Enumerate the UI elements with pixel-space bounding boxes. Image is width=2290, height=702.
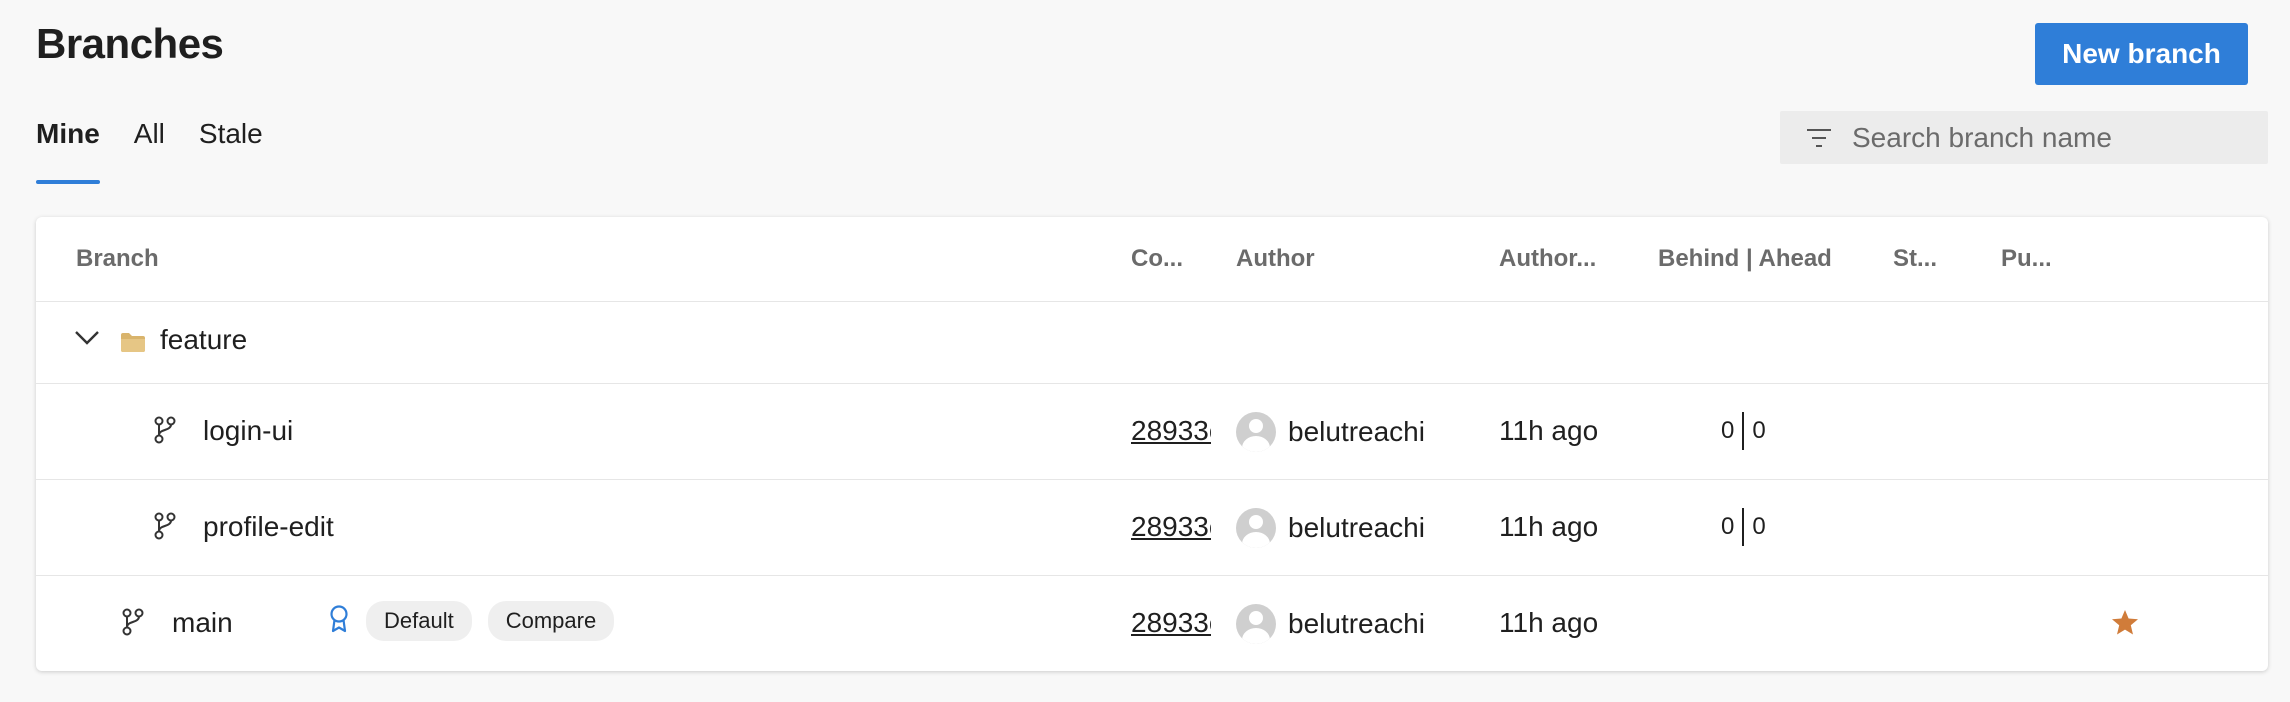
commit-link[interactable]: 28933c <box>1131 511 1211 543</box>
ahead-count: 0 <box>1752 417 1766 444</box>
commit-cell: 28933c <box>1131 415 1211 447</box>
behind-ahead: 0 0 <box>1721 508 1766 546</box>
branches-table: Branch Co... Author Author... Behind | A… <box>36 217 2268 671</box>
author-cell: belutreachi <box>1236 508 1425 548</box>
author-name: belutreachi <box>1288 512 1425 543</box>
table-row[interactable]: profile-edit 28933c belutreachi 11h ago … <box>36 480 2268 576</box>
commit-link[interactable]: 28933c <box>1131 607 1211 639</box>
page-title: Branches <box>36 20 224 67</box>
branch-icon <box>122 608 144 636</box>
column-header-author[interactable]: Author <box>1236 245 1315 273</box>
authored-time: 11h ago <box>1499 415 1599 446</box>
column-header-status[interactable]: St... <box>1893 245 1937 273</box>
behind-ahead: 0 0 <box>1721 412 1766 450</box>
avatar <box>1236 508 1276 548</box>
author-cell: belutreachi <box>1236 412 1425 452</box>
table-row[interactable]: login-ui 28933c belutreachi 11h ago 0 0 <box>36 384 2268 480</box>
folder-icon <box>120 331 146 353</box>
policy-icon[interactable] <box>329 605 349 633</box>
search-input[interactable] <box>1852 121 2242 154</box>
behind-ahead-divider <box>1742 508 1745 546</box>
commit-link[interactable]: 28933c <box>1131 415 1211 447</box>
behind-count: 0 <box>1721 417 1735 444</box>
authored-time: 11h ago <box>1499 511 1599 542</box>
column-header-branch[interactable]: Branch <box>76 245 159 273</box>
branch-icon <box>154 416 176 444</box>
new-branch-button[interactable]: New branch <box>2035 23 2248 85</box>
column-header-commit[interactable]: Co... <box>1131 245 1183 273</box>
table-header: Branch Co... Author Author... Behind | A… <box>36 217 2268 302</box>
star-icon[interactable] <box>2111 609 2139 636</box>
column-header-pull-request[interactable]: Pu... <box>2001 245 2052 273</box>
tab-stale[interactable]: Stale <box>199 118 263 186</box>
behind-ahead-divider <box>1742 412 1745 450</box>
folder-row-feature[interactable]: feature <box>36 302 2268 384</box>
column-header-behind-ahead[interactable]: Behind | Ahead <box>1658 245 1832 273</box>
behind-count: 0 <box>1721 513 1735 540</box>
branch-name[interactable]: profile-edit <box>203 511 334 543</box>
author-name: belutreachi <box>1288 416 1425 447</box>
author-cell: belutreachi <box>1236 604 1425 644</box>
compare-badge: Compare <box>487 601 615 641</box>
column-header-authored[interactable]: Author... <box>1499 245 1596 273</box>
tab-all[interactable]: All <box>134 118 165 186</box>
branch-name[interactable]: login-ui <box>203 415 293 447</box>
avatar <box>1236 412 1276 452</box>
table-row[interactable]: main Default Compare 28933c belutreachi … <box>36 576 2268 671</box>
commit-cell: 28933c <box>1131 511 1211 543</box>
filter-icon <box>1806 127 1832 149</box>
default-badge: Default <box>366 601 472 641</box>
ahead-count: 0 <box>1752 513 1766 540</box>
folder-name: feature <box>160 324 248 355</box>
tab-bar: Mine All Stale <box>36 118 297 186</box>
commit-cell: 28933c <box>1131 607 1211 639</box>
chevron-down-icon[interactable] <box>74 330 100 346</box>
author-name: belutreachi <box>1288 608 1425 639</box>
authored-time: 11h ago <box>1499 607 1599 638</box>
search-box <box>1780 111 2268 164</box>
avatar <box>1236 604 1276 644</box>
branch-icon <box>154 512 176 540</box>
branch-badges: Default Compare <box>366 601 630 641</box>
branch-name[interactable]: main <box>172 607 233 639</box>
tab-mine[interactable]: Mine <box>36 118 100 186</box>
